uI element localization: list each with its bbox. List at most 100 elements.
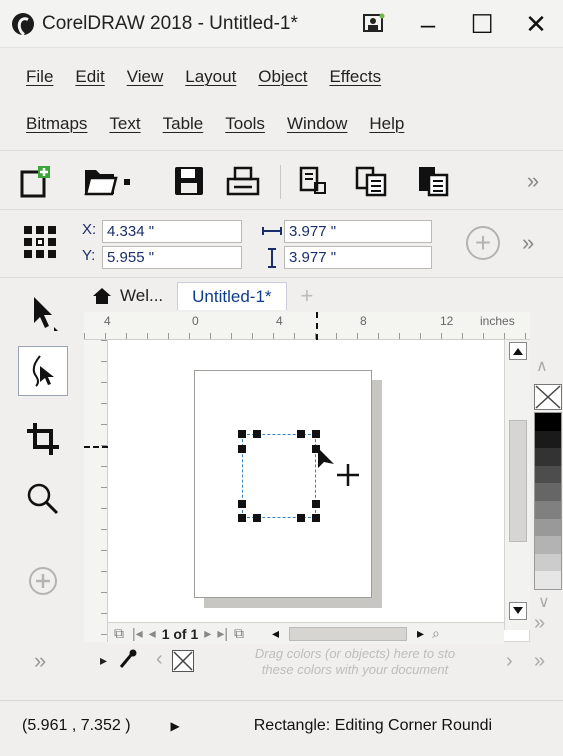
palette-overflow-icon[interactable]: » (534, 612, 545, 635)
toolbar-overflow-button[interactable]: » (512, 161, 554, 201)
user-account-icon[interactable] (347, 0, 401, 48)
status-bar: (5.961 , 7.352 ) ▶ Rectangle: Editing Co… (0, 700, 563, 750)
eyedropper-icon[interactable] (118, 648, 138, 673)
paste-icon[interactable] (412, 161, 454, 201)
propbar-overflow-button[interactable]: » (522, 230, 534, 256)
scroll-up-button[interactable] (509, 342, 527, 360)
docpal-flyout-icon[interactable]: ▸ (100, 652, 107, 669)
color-swatch[interactable] (535, 465, 561, 484)
vertical-ruler[interactable] (84, 340, 108, 642)
menu-bar-row-1: File Edit View Layout Object Effects (0, 54, 563, 100)
corner-node[interactable] (238, 430, 246, 438)
open-document-icon[interactable] (80, 161, 136, 201)
corner-node[interactable] (253, 430, 261, 438)
menu-window[interactable]: Window (287, 114, 347, 134)
selected-rectangle[interactable] (242, 434, 316, 518)
cut-icon[interactable] (292, 161, 334, 201)
corner-node[interactable] (297, 430, 305, 438)
corner-node[interactable] (312, 500, 320, 508)
docpal-hint-line-2: these colors with your document (261, 662, 449, 677)
corner-node[interactable] (253, 514, 261, 522)
menu-table[interactable]: Table (163, 114, 204, 134)
last-page-icon[interactable]: ▸| (217, 625, 228, 642)
pick-tool-icon[interactable] (18, 288, 68, 338)
width-field[interactable]: 3.977 " (284, 220, 432, 243)
palette-down-icon[interactable]: ∨ (538, 592, 550, 612)
color-palette[interactable] (534, 412, 562, 590)
new-tab-button[interactable]: + (287, 282, 328, 310)
save-icon[interactable] (168, 161, 210, 201)
document-palette: ▸ ‹ Drag colors (or objects) here to sto… (78, 644, 563, 680)
y-label: Y: (82, 247, 96, 264)
tab-untitled-1[interactable]: Untitled-1* (177, 282, 287, 310)
copy-icon[interactable] (350, 161, 392, 201)
color-swatch[interactable] (535, 553, 561, 572)
zoom-tool-icon[interactable] (18, 474, 68, 524)
no-color-swatch[interactable] (534, 384, 562, 410)
status-flyout-icon[interactable]: ▶ (171, 719, 180, 733)
zoom-view-icon[interactable]: ⌕ (432, 625, 440, 642)
corner-node[interactable] (312, 430, 320, 438)
palette-up-icon[interactable]: ∧ (536, 356, 548, 376)
menu-view[interactable]: View (127, 67, 164, 87)
color-swatch[interactable] (535, 518, 561, 537)
menu-tools[interactable]: Tools (225, 114, 265, 134)
height-field[interactable]: 3.977 " (284, 246, 432, 269)
scroll-thumb[interactable] (509, 420, 527, 542)
maximize-button[interactable]: ☐ (455, 0, 509, 48)
color-swatch[interactable] (535, 483, 561, 501)
docpal-left-icon[interactable]: ‹ (156, 648, 163, 671)
object-origin-icon[interactable] (22, 224, 58, 265)
corner-node[interactable] (238, 514, 246, 522)
toolbox: » (0, 280, 80, 680)
add-property-button[interactable]: + (466, 226, 500, 260)
hscroll-left-button[interactable]: ◂ (272, 625, 279, 642)
add-page-icon[interactable]: ⧉ (234, 625, 244, 642)
vertical-scrollbar[interactable] (504, 340, 530, 630)
horizontal-ruler[interactable]: 4 0 4 8 12 inches (84, 312, 530, 340)
color-swatch[interactable] (535, 571, 561, 589)
x-label: X: (82, 221, 97, 238)
toolbox-overflow-icon[interactable]: » (34, 648, 46, 674)
shape-tool-icon[interactable] (18, 346, 68, 396)
x-position-field[interactable]: 4.334 " (102, 220, 242, 243)
color-swatch[interactable] (535, 536, 561, 554)
scroll-down-button[interactable] (509, 602, 527, 620)
next-page-icon[interactable]: ▸ (204, 625, 211, 642)
hscroll-right-button[interactable]: ▸ (417, 625, 424, 642)
corner-node[interactable] (312, 514, 320, 522)
color-swatch[interactable] (535, 448, 561, 466)
menu-file[interactable]: File (26, 67, 53, 87)
add-tool-icon[interactable] (18, 556, 68, 606)
docpal-overflow-icon[interactable]: » (534, 650, 545, 673)
menu-effects[interactable]: Effects (329, 67, 381, 87)
menu-edit[interactable]: Edit (75, 67, 104, 87)
color-swatch[interactable] (535, 430, 561, 449)
close-button[interactable]: ✕ (509, 0, 563, 48)
crop-tool-icon[interactable] (18, 414, 68, 464)
height-icon (266, 248, 278, 273)
new-document-icon[interactable] (14, 161, 56, 201)
menu-help[interactable]: Help (369, 114, 404, 134)
ruler-cursor-marker-v (84, 446, 108, 448)
tab-welcome[interactable]: Wel... (78, 282, 177, 310)
menu-text[interactable]: Text (109, 114, 140, 134)
print-icon[interactable] (222, 161, 264, 201)
menu-bitmaps[interactable]: Bitmaps (26, 114, 87, 134)
color-swatch[interactable] (535, 413, 561, 431)
minimize-button[interactable]: ‒ (401, 0, 455, 48)
corner-node[interactable] (238, 500, 246, 508)
docpal-right-icon[interactable]: › (506, 650, 513, 673)
menu-layout[interactable]: Layout (185, 67, 236, 87)
corner-node[interactable] (297, 514, 305, 522)
prev-page-icon[interactable]: ◂ (149, 625, 156, 642)
ruler-tick-3: 4 (276, 314, 283, 328)
page-options-icon[interactable]: ⧉ (114, 625, 124, 642)
color-swatch[interactable] (535, 500, 561, 519)
docpal-no-color-swatch[interactable] (172, 650, 194, 672)
y-position-field[interactable]: 5.955 " (102, 246, 242, 269)
corner-node[interactable] (238, 445, 246, 453)
hscroll-thumb[interactable] (289, 626, 408, 641)
menu-object[interactable]: Object (258, 67, 307, 87)
first-page-icon[interactable]: |◂ (132, 625, 143, 642)
